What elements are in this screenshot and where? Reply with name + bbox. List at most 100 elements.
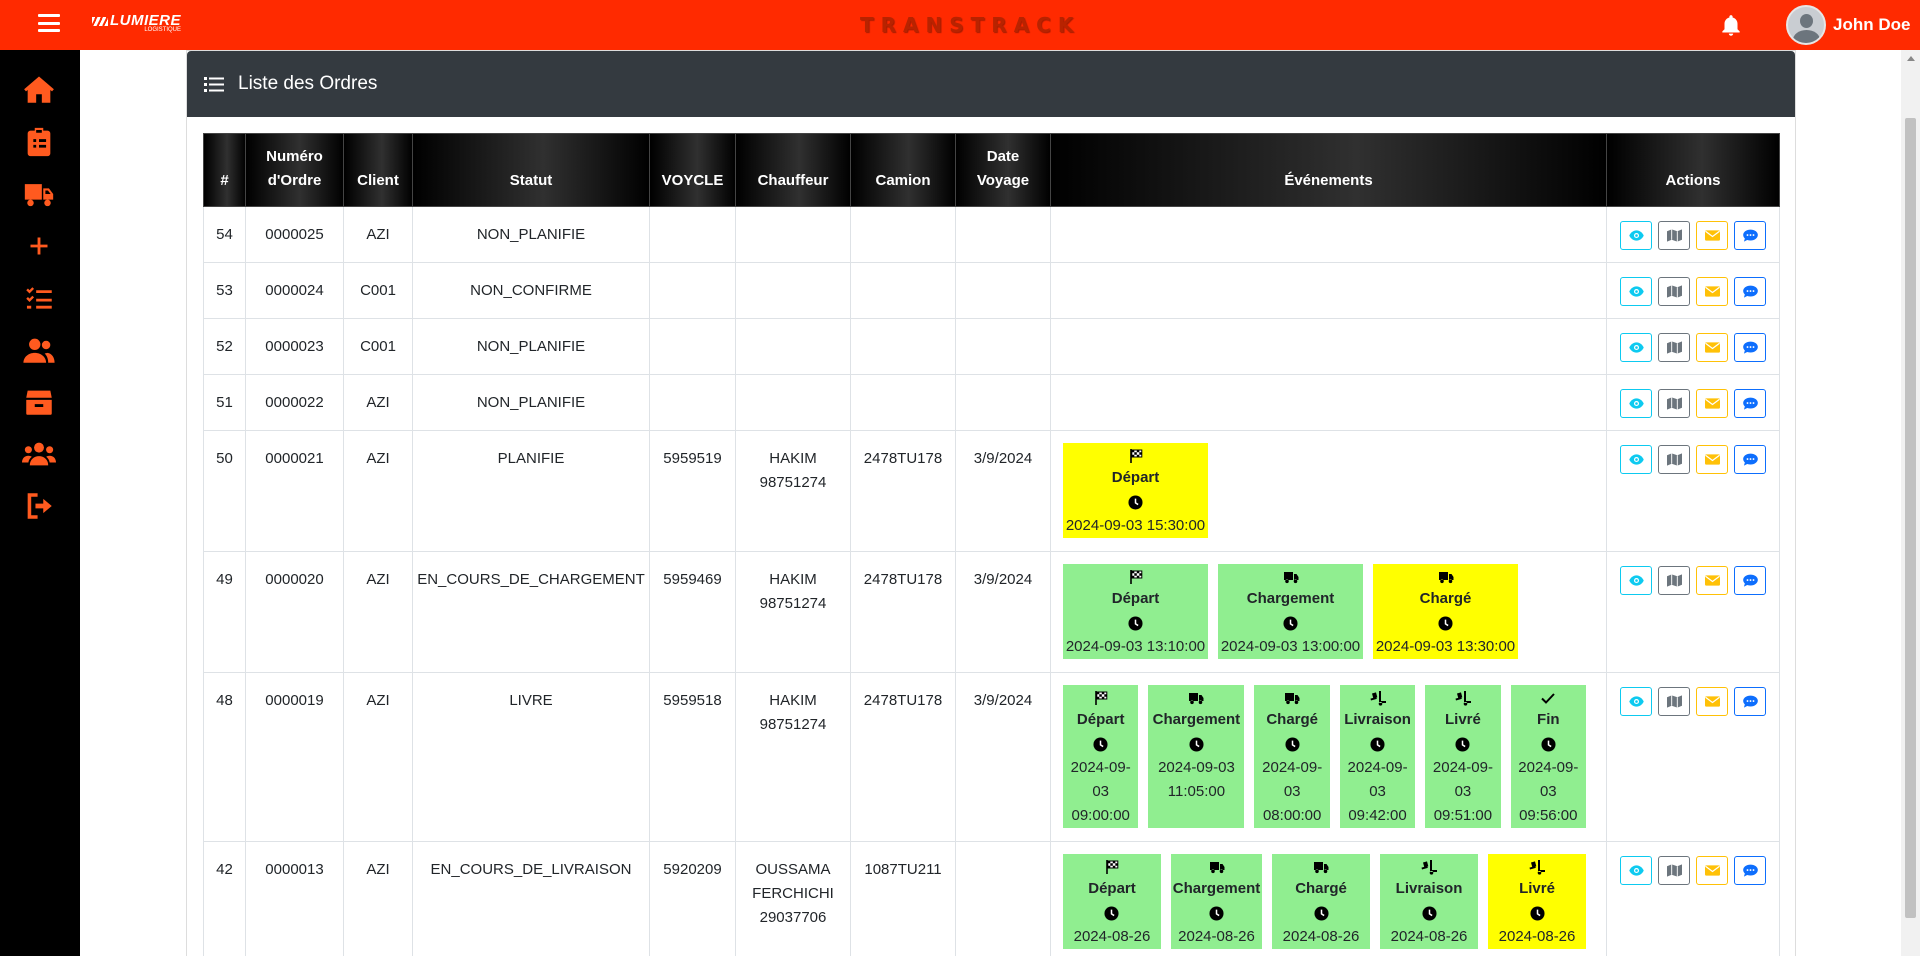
menu-toggle-icon[interactable] (38, 14, 60, 32)
cell-camion: 2478TU178 (850, 672, 956, 842)
comment-icon (1742, 695, 1758, 708)
page-scrollbar[interactable] (1901, 50, 1920, 956)
map-button[interactable] (1658, 856, 1690, 885)
table-row: 48 0000019 AZI LIVRE 5959518 HAKIM 987512… (203, 672, 1780, 842)
event-badge: Départ 2024-09-03 15:30:00 (1063, 443, 1208, 538)
message-button[interactable] (1734, 566, 1766, 595)
cell-client: AZI (343, 374, 413, 431)
message-button[interactable] (1734, 856, 1766, 885)
message-button[interactable] (1734, 445, 1766, 474)
email-button[interactable] (1696, 333, 1728, 362)
message-button[interactable] (1734, 687, 1766, 716)
event-label: Départ (1076, 711, 1125, 728)
box-icon[interactable] (20, 384, 58, 420)
map-button[interactable] (1658, 221, 1690, 250)
cell-events: Départ 2024-09-03 13:10:00 Chargement 2024… (1050, 551, 1607, 673)
map-button[interactable] (1658, 445, 1690, 474)
cell-num: 51 (203, 374, 246, 431)
email-button[interactable] (1696, 566, 1728, 595)
comment-icon (1742, 341, 1758, 354)
event-label: Départ (1088, 880, 1136, 897)
cell-events (1050, 206, 1607, 263)
event-label: Chargé (1419, 590, 1472, 607)
event-list: Départ 2024-09-03 13:10:00 Chargement 2024… (1063, 564, 1596, 659)
cell-statut: EN_COURS_DE_CHARGEMENT (412, 551, 650, 673)
cell-actions (1606, 374, 1780, 431)
map-icon (1666, 397, 1682, 410)
email-button[interactable] (1696, 277, 1728, 306)
map-button[interactable] (1658, 277, 1690, 306)
view-button[interactable] (1620, 856, 1652, 885)
eye-icon (1628, 229, 1644, 242)
view-button[interactable] (1620, 333, 1652, 362)
clipboard-icon[interactable] (20, 124, 58, 160)
view-button[interactable] (1620, 445, 1652, 474)
user-menu[interactable]: John Doe (1786, 5, 1910, 45)
map-button[interactable] (1658, 333, 1690, 362)
envelope-icon (1704, 574, 1720, 587)
view-button[interactable] (1620, 221, 1652, 250)
email-button[interactable] (1696, 856, 1728, 885)
email-button[interactable] (1696, 389, 1728, 418)
message-button[interactable] (1734, 389, 1766, 418)
cell-numero: 0000013 (245, 841, 344, 956)
eye-icon (1628, 397, 1644, 410)
cell-statut: PLANIFIE (412, 430, 650, 552)
event-badge: Livré 2024-09-03 09:51:00 (1425, 685, 1501, 828)
page-title: Liste des Ordres (238, 73, 378, 94)
view-button[interactable] (1620, 389, 1652, 418)
map-button[interactable] (1658, 566, 1690, 595)
check-icon (1540, 687, 1556, 708)
people-group-icon[interactable] (20, 436, 58, 472)
action-group (1611, 389, 1775, 418)
envelope-icon (1704, 397, 1720, 410)
message-button[interactable] (1734, 333, 1766, 362)
clock-icon (1455, 732, 1470, 756)
notification-bell-icon[interactable] (1718, 13, 1744, 39)
col-header-voycle: VOYCLE (649, 133, 736, 207)
list-check-icon[interactable] (20, 280, 58, 316)
col-header-num: # (203, 133, 246, 207)
view-button[interactable] (1620, 566, 1652, 595)
col-header-actions: Actions (1606, 133, 1780, 207)
event-label: Départ (1111, 590, 1160, 607)
clock-icon (1093, 732, 1108, 756)
users-icon[interactable] (20, 332, 58, 368)
event-badge: Départ 2024-09-03 09:00:00 (1063, 685, 1139, 828)
view-button[interactable] (1620, 277, 1652, 306)
col-header-statut: Statut (412, 133, 650, 207)
map-icon (1666, 864, 1682, 877)
home-icon[interactable] (20, 72, 58, 108)
cell-statut: LIVRE (412, 672, 650, 842)
plus-icon[interactable] (20, 228, 58, 264)
scrollbar-thumb[interactable] (1905, 118, 1916, 918)
email-button[interactable] (1696, 445, 1728, 474)
message-button[interactable] (1734, 221, 1766, 250)
event-time: 2024-09-03 13:30:00 (1375, 638, 1516, 655)
email-button[interactable] (1696, 687, 1728, 716)
cell-client: AZI (343, 430, 413, 552)
truck-icon (1284, 687, 1300, 708)
map-icon (1666, 229, 1682, 242)
action-group (1611, 445, 1775, 474)
map-button[interactable] (1658, 389, 1690, 418)
cell-events: Départ 2024-09-03 15:30:00 (1050, 430, 1607, 552)
event-time: 2024-09-03 08:00:00 (1262, 759, 1323, 824)
map-button[interactable] (1658, 687, 1690, 716)
eye-icon (1628, 864, 1644, 877)
cell-chauffeur: HAKIM 98751274 (735, 430, 851, 552)
clock-icon (1285, 732, 1300, 756)
action-group (1611, 277, 1775, 306)
orders-table: # Numéro d'Ordre Client Statut VOYCLE Cha… (203, 133, 1780, 956)
col-header-chauffeur: Chauffeur (735, 133, 851, 207)
truck-ramp-icon (1455, 687, 1471, 708)
user-name: John Doe (1833, 15, 1911, 34)
truck-icon[interactable] (20, 176, 58, 212)
cell-num: 49 (203, 551, 246, 673)
cell-numero: 0000023 (245, 318, 344, 375)
email-button[interactable] (1696, 221, 1728, 250)
message-button[interactable] (1734, 277, 1766, 306)
view-button[interactable] (1620, 687, 1652, 716)
logout-icon[interactable] (20, 488, 58, 524)
event-time: 2024-09-03 09:42:00 (1347, 759, 1408, 824)
